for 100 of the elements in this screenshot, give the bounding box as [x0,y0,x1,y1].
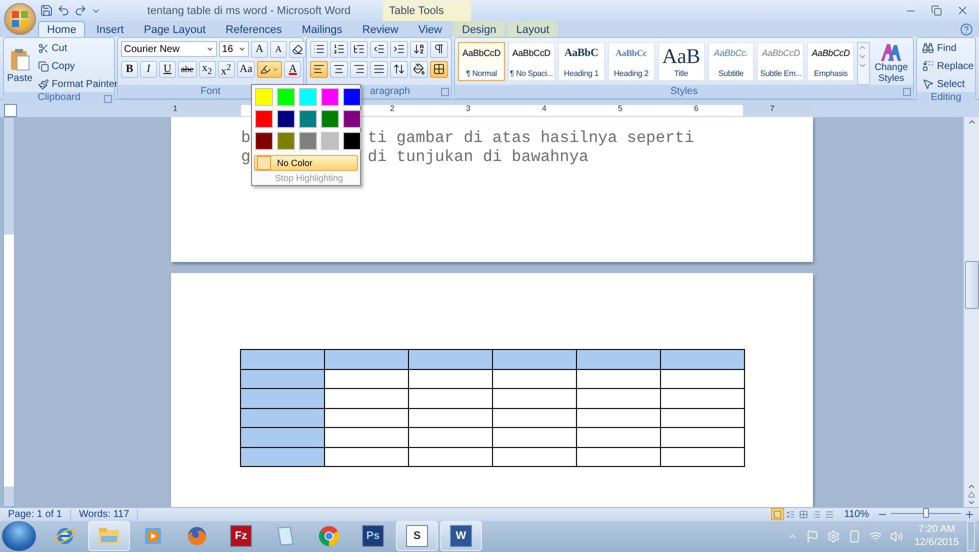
table-cell[interactable] [324,369,408,389]
color-swatch[interactable] [321,88,339,106]
color-swatch[interactable] [321,110,339,128]
align-button[interactable] [330,60,348,78]
ribbon-tab[interactable]: View [409,21,451,38]
format-button[interactable]: x$_{2}$ [198,60,216,78]
save-button[interactable] [40,4,53,18]
color-swatch[interactable] [343,88,361,106]
table-cell[interactable] [660,447,744,467]
style-tile[interactable]: AaBbCcD Emphasis [807,42,854,82]
table-cell[interactable] [492,428,576,448]
taskbar-app-button[interactable]: Ps [352,521,394,552]
taskbar-app-button[interactable]: S [396,521,438,552]
table-cell[interactable] [240,369,324,389]
table-cell[interactable] [240,408,324,428]
table-cell[interactable] [576,408,660,428]
ribbon-tab[interactable]: Design [453,21,506,38]
table-cell[interactable] [660,369,744,389]
font-size-field[interactable]: 16 [219,41,249,58]
style-tile[interactable]: AaBbC Heading 1 [558,42,605,82]
color-swatch[interactable] [343,110,361,128]
table-cell[interactable] [324,447,408,467]
ribbon-tab[interactable]: Insert [87,21,133,38]
table-cell[interactable] [240,388,324,408]
style-tile[interactable]: AaBbCc Heading 2 [608,42,655,82]
zoom-level[interactable]: 110% [836,508,877,520]
font-name-field[interactable]: Courier New [121,41,217,58]
color-swatch[interactable] [277,132,295,150]
table-cell[interactable] [576,350,660,370]
zoom-in-button[interactable] [964,508,975,520]
table-cell[interactable] [408,388,492,408]
table-cell[interactable] [576,428,660,448]
numbering-button[interactable] [330,40,348,58]
align-button[interactable] [370,60,388,78]
style-tile[interactable]: AaBbCcD ¶ Normal [458,42,505,82]
align-button[interactable] [350,60,368,78]
table-cell[interactable] [324,388,408,408]
ribbon-tab[interactable]: Mailings [292,21,352,38]
change-styles-button[interactable]: Change Styles [872,42,910,86]
decrease-indent-button[interactable] [370,40,388,58]
table-cell[interactable] [408,428,492,448]
style-tile[interactable]: AaB Title [658,42,705,82]
format-button[interactable]: x$^{2}$ [218,60,234,78]
format-button[interactable]: I [140,60,157,78]
zoom-thumb[interactable] [923,508,929,518]
color-swatch[interactable] [255,110,273,128]
clipboard-action-button[interactable]: Cut [36,40,120,56]
align-button[interactable] [310,60,328,78]
start-button[interactable] [2,521,36,552]
format-button[interactable]: abe [178,60,196,78]
table-cell[interactable] [660,428,744,448]
table-cell[interactable] [492,408,576,428]
bullets-button[interactable] [310,40,328,58]
editing-button[interactable]: Select [920,76,976,92]
color-swatch[interactable] [321,132,339,150]
grow-font-button[interactable]: A [251,40,268,58]
color-swatch[interactable] [277,110,295,128]
tab-selector-button[interactable] [4,104,17,117]
highlight-button[interactable] [257,60,282,78]
shading-button[interactable] [410,60,428,78]
style-tile[interactable]: AaBbCcD Subtle Em... [757,42,804,82]
table-cell[interactable] [324,350,408,370]
table-cell[interactable] [240,350,324,370]
page-count[interactable]: Page: 1 of 1 [0,508,71,520]
editing-button[interactable]: Replace [920,58,976,74]
table-cell[interactable] [408,350,492,370]
table-cell[interactable] [408,447,492,467]
editing-button[interactable]: Find [920,40,976,56]
color-swatch[interactable] [255,132,273,150]
menu-item[interactable]: No Color [254,155,358,171]
ribbon-tab[interactable]: Page Layout [134,21,215,38]
table-cell[interactable] [492,388,576,408]
sort-button[interactable] [410,40,428,58]
ribbon-tab[interactable]: References [216,21,291,38]
table-cell[interactable] [660,408,744,428]
color-swatch[interactable] [255,88,273,106]
line-spacing-button[interactable] [390,60,408,78]
undo-button[interactable] [57,4,70,18]
scroll-thumb[interactable] [964,261,978,310]
color-swatch[interactable] [343,132,361,150]
clipboard-action-button[interactable]: Format Painter [36,76,120,92]
table-cell[interactable] [492,350,576,370]
taskbar-app-button[interactable]: Fz [220,521,262,552]
table-cell[interactable] [660,388,744,408]
ribbon-tab[interactable]: Home [38,21,86,38]
table-cell[interactable] [576,388,660,408]
table-cell[interactable] [576,369,660,389]
format-button[interactable]: B [121,60,138,78]
multilevel-list-button[interactable] [350,40,368,58]
color-swatch[interactable] [277,88,295,106]
paste-button[interactable]: Paste [7,40,33,92]
clear-formatting-button[interactable] [289,40,306,58]
ribbon-tab[interactable]: Layout [507,21,558,38]
table-cell[interactable] [660,350,744,370]
table-cell[interactable] [576,447,660,467]
table-cell[interactable] [408,369,492,389]
shrink-font-button[interactable]: A [270,40,287,58]
format-button[interactable]: U [159,60,176,78]
word-count[interactable]: Words: 117 [70,508,138,520]
table-cell[interactable] [240,447,324,467]
